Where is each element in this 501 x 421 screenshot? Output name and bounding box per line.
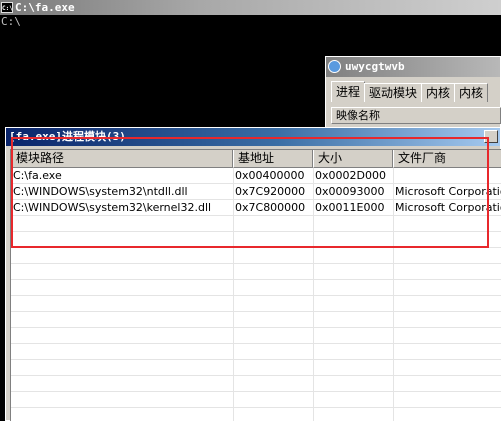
column-divider: [393, 168, 394, 421]
base-address: 0x7C920000: [235, 185, 306, 198]
column-size[interactable]: 大小: [313, 150, 393, 168]
module-dialog-titlebar[interactable]: [fa.exe]进程模块(3): [6, 128, 500, 146]
tab-strip: 进程 驱动模块 内核 内核: [331, 81, 489, 102]
module-size: 0x0011E000: [315, 201, 385, 214]
empty-row: [11, 376, 501, 392]
column-divider: [233, 168, 234, 421]
empty-row: [11, 408, 501, 421]
empty-row: [11, 312, 501, 328]
empty-row: [11, 264, 501, 280]
empty-row: [11, 344, 501, 360]
empty-row: [11, 232, 501, 248]
table-row[interactable]: C:\WINDOWS\system32\kernel32.dll 0x7C800…: [11, 200, 501, 216]
empty-row: [11, 328, 501, 344]
file-vendor: Microsoft Corporation: [395, 185, 501, 198]
column-header-image-name[interactable]: 映像名称: [331, 107, 501, 124]
table-row[interactable]: C:\fa.exe 0x00400000 0x0002D000: [11, 168, 501, 184]
column-vendor[interactable]: 文件厂商: [393, 150, 501, 168]
list-header: 模块路径 基地址 大小 文件厂商: [11, 150, 501, 168]
console-icon: C:\: [1, 2, 13, 13]
empty-row: [11, 280, 501, 296]
table-row[interactable]: C:\WINDOWS\system32\ntdll.dll 0x7C920000…: [11, 184, 501, 200]
tab-kernel-2[interactable]: 内核: [454, 83, 489, 102]
empty-row: [11, 392, 501, 408]
empty-row: [11, 296, 501, 312]
module-dialog-title: [fa.exe]进程模块(3): [9, 130, 126, 143]
column-base-address[interactable]: 基地址: [233, 150, 313, 168]
tab-driver-modules[interactable]: 驱动模块: [364, 83, 423, 102]
file-vendor: [393, 168, 501, 183]
module-size: 0x0002D000: [315, 169, 386, 182]
list-body: C:\fa.exe 0x00400000 0x0002D000 C:\WINDO…: [11, 168, 501, 421]
console-title: C:\fa.exe: [15, 1, 75, 14]
file-vendor: Microsoft Corporation: [395, 201, 501, 214]
tool-window[interactable]: uwycgtwvb 进程 驱动模块 内核 内核 映像名称: [325, 56, 501, 136]
tool-window-titlebar[interactable]: uwycgtwvb: [326, 57, 500, 77]
empty-row: [11, 216, 501, 232]
app-icon: [328, 60, 341, 73]
module-path: C:\fa.exe: [13, 169, 62, 182]
module-dialog: [fa.exe]进程模块(3) 模块路径 基地址 大小 文件厂商 C:\fa.e…: [5, 127, 501, 421]
tab-kernel[interactable]: 内核: [421, 83, 456, 102]
tab-processes[interactable]: 进程: [331, 81, 366, 102]
base-address: 0x7C800000: [235, 201, 306, 214]
column-divider: [313, 168, 314, 421]
empty-row: [11, 360, 501, 376]
empty-row: [11, 248, 501, 264]
column-module-path[interactable]: 模块路径: [11, 150, 233, 168]
close-button[interactable]: [484, 130, 498, 143]
module-path: C:\WINDOWS\system32\ntdll.dll: [13, 185, 188, 198]
module-path: C:\WINDOWS\system32\kernel32.dll: [13, 201, 212, 214]
console-prompt: C:\: [1, 15, 21, 28]
console-titlebar[interactable]: C:\ C:\fa.exe: [0, 0, 501, 15]
tool-window-title: uwycgtwvb: [345, 60, 405, 73]
base-address: 0x00400000: [235, 169, 305, 182]
module-list[interactable]: 模块路径 基地址 大小 文件厂商 C:\fa.exe 0x00400000 0x…: [10, 149, 501, 421]
module-size: 0x00093000: [315, 185, 385, 198]
